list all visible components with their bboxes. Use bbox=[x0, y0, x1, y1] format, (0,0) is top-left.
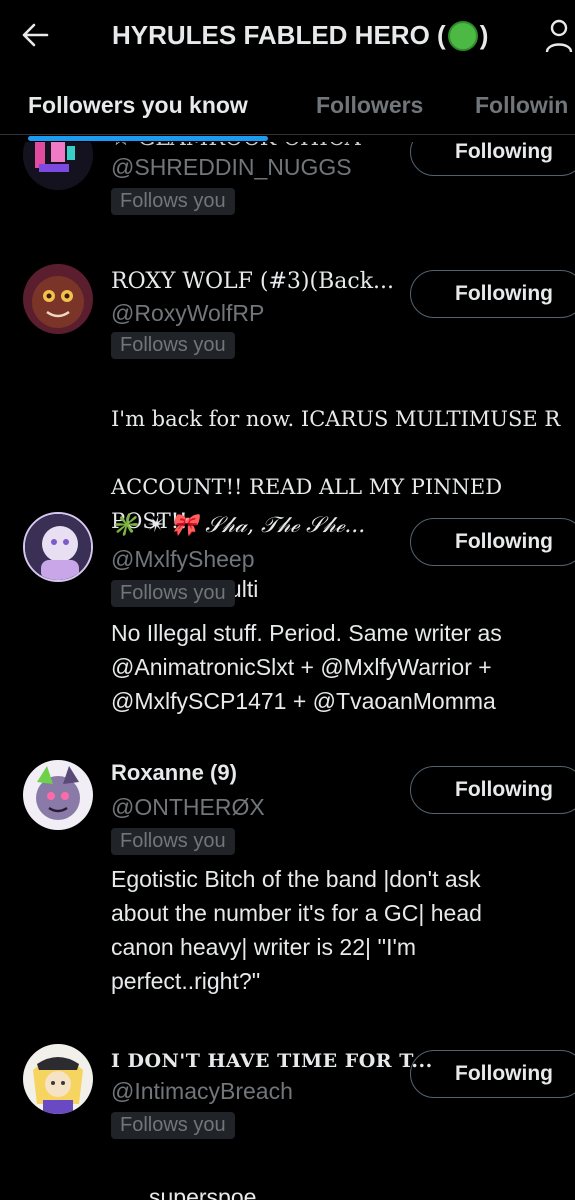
tab-bar: Followers you know Followers Followin bbox=[0, 72, 575, 135]
list-item[interactable]: ROXY WOLF (#3)(Back... @RoxyWolfRP Follo… bbox=[0, 264, 575, 602]
green-circle-emoji bbox=[447, 20, 478, 51]
user-handle: @MxlfySheep bbox=[111, 546, 255, 572]
following-button[interactable]: Following bbox=[410, 270, 575, 318]
title-suffix: ) bbox=[479, 20, 489, 50]
following-button[interactable]: Following bbox=[410, 1050, 575, 1098]
back-button[interactable] bbox=[18, 18, 52, 52]
following-button[interactable]: Following bbox=[410, 766, 575, 814]
following-button[interactable]: Following bbox=[410, 518, 575, 566]
follows-you-badge: Follows you bbox=[111, 332, 235, 359]
follows-you-badge: Follows you bbox=[111, 188, 235, 215]
page-title: HYRULES FABLED HERO ( ) bbox=[112, 20, 488, 51]
user-handle: @RoxyWolfRP bbox=[111, 300, 265, 326]
bio-line: I'm back for now. ICARUS MULTIMUSE R bbox=[111, 407, 561, 431]
list-item[interactable]: Roxanne (9) @ONTHERØX Follows you Follow… bbox=[0, 760, 575, 1020]
follows-you-badge: Follows you bbox=[111, 828, 235, 855]
user-bio: No Illegal stuff. Period. Same writer as… bbox=[111, 620, 502, 714]
list-item[interactable]: ✳️ ✴ 🎀 𝒮𝒽𝒶, 𝒯𝒽ℯ 𝒮𝒽ℯ... @MxlfySheep Follo… bbox=[0, 512, 575, 742]
display-name-text: ✳️ ✴ 🎀 𝒮𝒽𝒶, 𝒯𝒽ℯ 𝒮𝒽ℯ... bbox=[111, 513, 366, 538]
avatar[interactable] bbox=[23, 1044, 93, 1114]
back-arrow-icon bbox=[22, 23, 49, 47]
avatar[interactable] bbox=[23, 264, 93, 334]
display-name: ROXY WOLF (#3)(Back... bbox=[111, 268, 394, 294]
avatar[interactable] bbox=[23, 142, 93, 190]
palette-emoji bbox=[111, 1187, 139, 1200]
display-name: ✳️ ✴ 🎀 𝒮𝒽𝒶, 𝒯𝒽ℯ 𝒮𝒽ℯ... bbox=[111, 512, 365, 538]
display-name-text: ROXY WOLF (#3)(Back... bbox=[111, 269, 395, 294]
following-button[interactable]: Following bbox=[410, 142, 575, 176]
display-name: Roxanne (9) bbox=[111, 760, 237, 785]
person-icon[interactable] bbox=[545, 18, 575, 54]
avatar[interactable] bbox=[23, 760, 93, 830]
follows-you-badge: Follows you bbox=[111, 1112, 235, 1139]
follows-you-badge: Follows you bbox=[111, 580, 235, 607]
display-name: ☆ GLAMROCK CHICA ~ bbox=[111, 142, 386, 151]
avatar[interactable] bbox=[23, 512, 93, 582]
title-text: HYRULES FABLED HERO ( bbox=[112, 20, 446, 50]
list-item[interactable]: ☆ GLAMROCK CHICA ~ @SHREDDIN_NUGGS Follo… bbox=[0, 142, 575, 232]
user-handle: @IntimacyBreach bbox=[111, 1078, 293, 1104]
tab-following[interactable]: Followin bbox=[475, 92, 568, 119]
display-name: I DON'T HAVE TIME FOR T... bbox=[111, 1050, 433, 1072]
user-bio: superspoe bbox=[111, 1146, 575, 1200]
followers-list: ☆ GLAMROCK CHICA ~ @SHREDDIN_NUGGS Follo… bbox=[0, 142, 575, 1200]
tab-followers-you-know[interactable]: Followers you know bbox=[28, 92, 248, 119]
top-bar: HYRULES FABLED HERO ( ) bbox=[0, 0, 575, 70]
list-item[interactable]: I DON'T HAVE TIME FOR T... @IntimacyBrea… bbox=[0, 1044, 575, 1200]
active-tab-indicator bbox=[28, 136, 268, 141]
tab-followers[interactable]: Followers bbox=[316, 92, 423, 119]
user-handle: @ONTHERØX bbox=[111, 794, 265, 820]
user-bio: Egotistic Bitch of the band |don't ask a… bbox=[111, 866, 482, 994]
user-handle: @SHREDDIN_NUGGS bbox=[111, 154, 352, 180]
bio-text: superspoe bbox=[149, 1184, 257, 1200]
